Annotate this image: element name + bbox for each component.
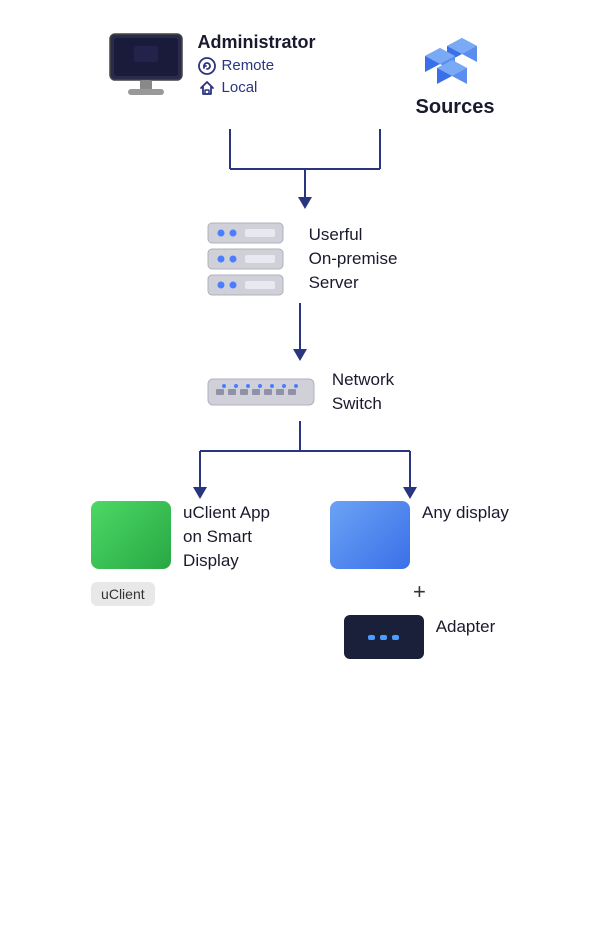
admin-remote: Remote bbox=[198, 57, 316, 75]
fork-connector bbox=[110, 421, 490, 501]
admin-block: Administrator Remote bbox=[106, 30, 316, 98]
adapter-dots bbox=[368, 635, 399, 640]
top-row: Administrator Remote bbox=[0, 20, 600, 129]
server-icon bbox=[203, 219, 293, 299]
monitor-icon bbox=[106, 30, 186, 98]
uclient-label: uClient App on Smart Display bbox=[183, 501, 270, 572]
sources-icon bbox=[420, 30, 490, 90]
admin-local: Local bbox=[198, 79, 316, 97]
adapter-dot-1 bbox=[368, 635, 375, 640]
display-inner: Any display bbox=[330, 501, 509, 569]
fork-row: uClient App on Smart Display uClient Any… bbox=[0, 501, 600, 659]
uclient-inner: uClient App on Smart Display bbox=[91, 501, 270, 572]
sources-title: Sources bbox=[416, 96, 495, 119]
local-icon bbox=[198, 79, 216, 97]
switch-label: Network Switch bbox=[332, 368, 394, 416]
uclient-item: uClient App on Smart Display uClient bbox=[91, 501, 270, 606]
uclient-badge: uClient bbox=[91, 582, 155, 606]
switch-row: Network Switch bbox=[206, 367, 394, 417]
diagram: Administrator Remote bbox=[0, 0, 600, 699]
adapter-icon bbox=[344, 615, 424, 659]
adapter-dot-2 bbox=[380, 635, 387, 640]
adapter-dot-3 bbox=[392, 635, 399, 640]
display-item: Any display + Adapter bbox=[330, 501, 509, 659]
sources-block: Sources bbox=[416, 30, 495, 119]
server-label: Userful On-premise Server bbox=[309, 223, 398, 294]
admin-title: Administrator bbox=[198, 32, 316, 53]
adapter-label: Adapter bbox=[436, 615, 496, 639]
arrow-server-switch bbox=[285, 303, 315, 363]
bracket-connector bbox=[120, 129, 480, 209]
admin-info: Administrator Remote bbox=[198, 32, 316, 97]
adapter-inner: Adapter bbox=[344, 615, 496, 659]
server-row: Userful On-premise Server bbox=[203, 219, 398, 299]
display-label: Any display bbox=[422, 501, 509, 525]
remote-icon bbox=[198, 57, 216, 75]
switch-icon bbox=[206, 367, 316, 417]
blue-display-icon bbox=[330, 501, 410, 569]
plus-sign: + bbox=[413, 579, 426, 605]
green-display-icon bbox=[91, 501, 171, 569]
